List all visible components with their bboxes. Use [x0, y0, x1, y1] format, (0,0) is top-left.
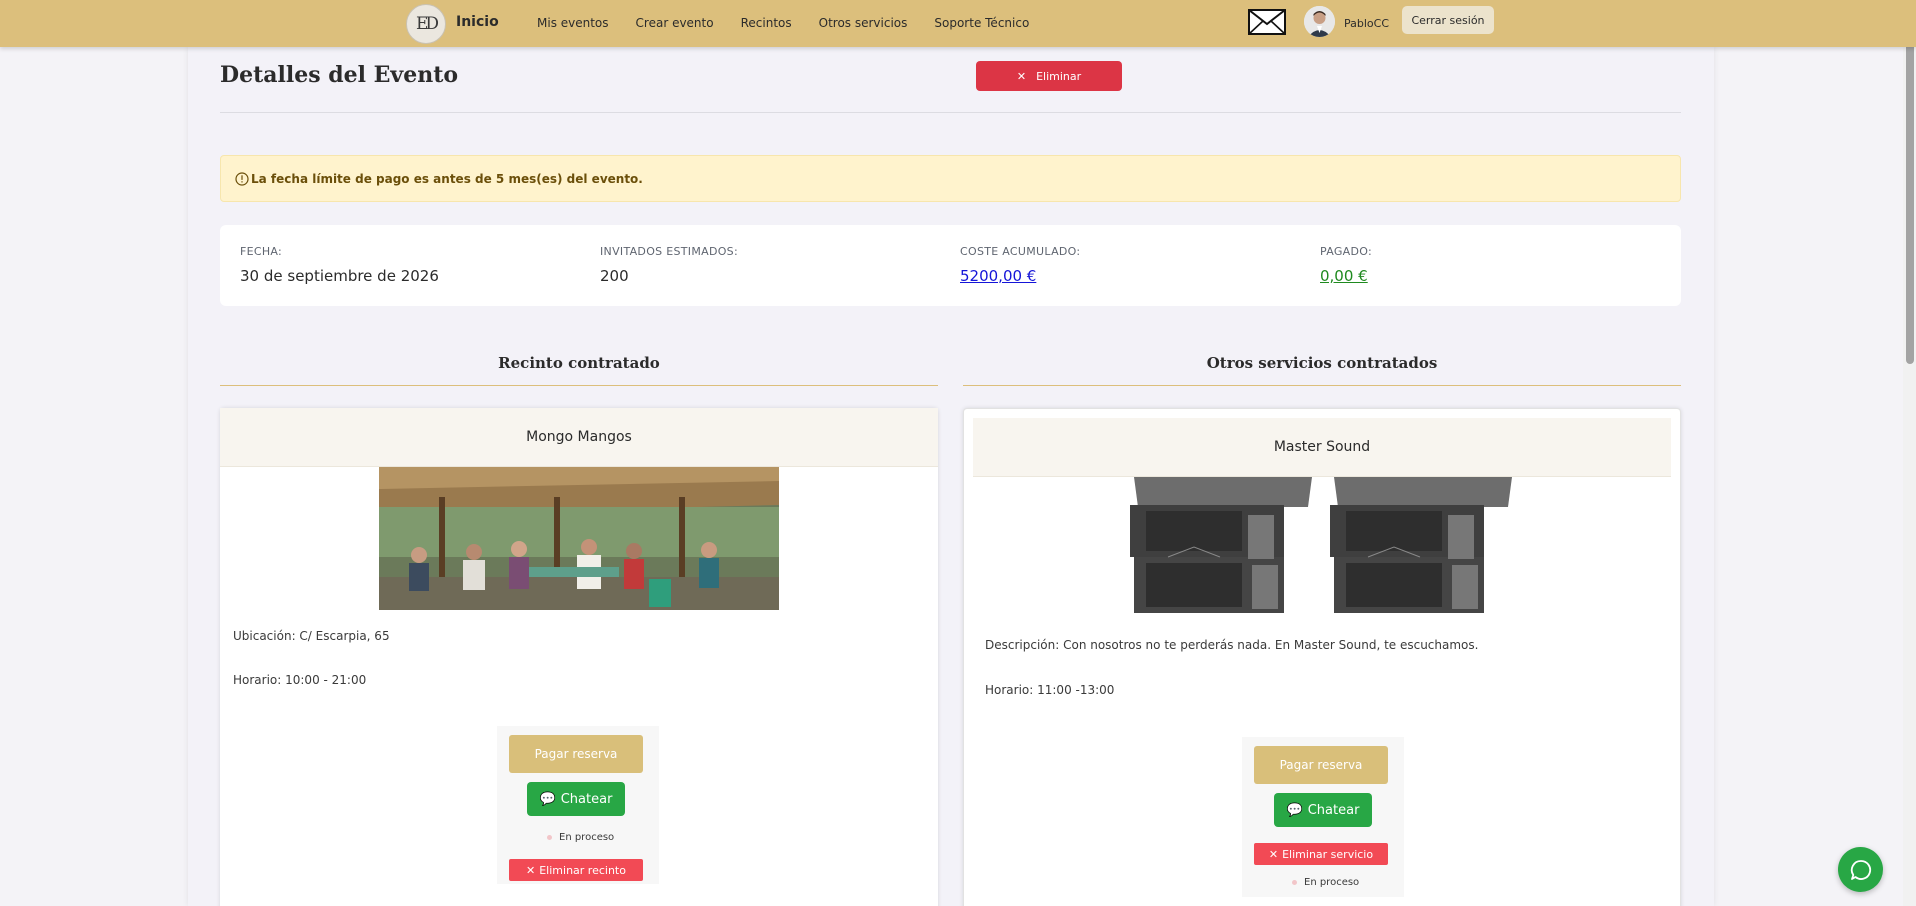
pagado-link[interactable]: 0,00 € [1320, 267, 1372, 285]
stat-invitados: INVITADOS ESTIMADOS: 200 [600, 245, 738, 285]
venue-status-label: En proceso [559, 832, 615, 843]
nav-link-recintos[interactable]: Recintos [741, 16, 792, 30]
status-dot-icon [1292, 880, 1297, 885]
venue-section-title: Recinto contratado [498, 354, 660, 372]
service-description: Descripción: Con nosotros no te perderás… [985, 638, 1479, 652]
stat-pagado: PAGADO: 0,00 € [1320, 245, 1372, 285]
venue-card-header: Mongo Mangos [220, 408, 938, 467]
nav-link-otros-servicios[interactable]: Otros servicios [819, 16, 908, 30]
stat-label: PAGADO: [1320, 245, 1373, 258]
stat-label: INVITADOS ESTIMADOS: [600, 245, 738, 258]
service-pay-button[interactable]: Pagar reserva [1254, 746, 1388, 784]
venue-status: En proceso [547, 832, 614, 843]
venue-chat-label: Chatear [560, 791, 613, 807]
stat-fecha: FECHA: 30 de septiembre de 2026 [240, 245, 439, 285]
remove-service-label: Eliminar servicio [1282, 847, 1374, 861]
venue-name: Mongo Mangos [526, 429, 632, 445]
top-navbar: ED Inicio Mis eventos Crear evento Recin… [0, 0, 1916, 47]
venue-photo [379, 467, 779, 610]
nav-links: Mis eventos Crear evento Recintos Otros … [537, 16, 1056, 30]
delete-event-label: Eliminar [1036, 69, 1082, 83]
close-icon: ✕ [526, 863, 536, 877]
venue-card: Mongo Mangos Ubicación: C/ Escarpia, 65 … [220, 408, 938, 906]
service-card: Master Sound Descripción: Con nosotros n… [963, 408, 1681, 906]
venue-actions: Pagar reserva 💬 Chatear En proceso ✕ Eli… [497, 726, 659, 884]
payment-deadline-alert: La fecha límite de pago es antes de 5 me… [220, 155, 1681, 202]
user-photo-icon [1304, 6, 1335, 37]
page-scrollbar[interactable] [1903, 0, 1916, 906]
service-card-header: Master Sound [973, 418, 1671, 477]
nav-link-mis-eventos[interactable]: Mis eventos [537, 16, 609, 30]
remove-venue-label: Eliminar recinto [539, 863, 626, 877]
venue-section-divider [220, 385, 938, 386]
venue-chat-button[interactable]: 💬 Chatear [527, 782, 625, 816]
chat-bubble-icon [1850, 859, 1871, 880]
chat-bubble-icon: 💬 [1286, 802, 1303, 818]
service-schedule: Horario: 11:00 -13:00 [985, 683, 1115, 697]
close-icon: ✕ [1016, 69, 1027, 83]
venue-pay-button[interactable]: Pagar reserva [509, 735, 643, 773]
mail-icon[interactable] [1248, 9, 1286, 35]
service-status: En proceso [1292, 877, 1359, 888]
venue-location: Ubicación: C/ Escarpia, 65 [233, 629, 390, 643]
venue-schedule: Horario: 10:00 - 21:00 [233, 673, 367, 687]
service-chat-label: Chatear [1307, 802, 1360, 818]
service-chat-button[interactable]: 💬 Chatear [1274, 793, 1372, 827]
chat-bubble-icon: 💬 [539, 791, 556, 807]
stat-label: COSTE ACUMULADO: [960, 245, 1081, 258]
remove-service-button[interactable]: ✕ Eliminar servicio [1254, 843, 1388, 865]
logout-button[interactable]: Cerrar sesión [1402, 6, 1494, 34]
service-status-label: En proceso [1304, 877, 1360, 888]
alert-text: La fecha límite de pago es antes de 5 me… [251, 171, 643, 186]
info-circle-icon [235, 171, 249, 186]
nav-link-soporte-tecnico[interactable]: Soporte Técnico [934, 16, 1029, 30]
stat-value: 30 de septiembre de 2026 [240, 267, 439, 285]
services-section-title: Otros servicios contratados [1206, 354, 1438, 372]
remove-venue-button[interactable]: ✕ Eliminar recinto [509, 859, 643, 881]
brand-logo[interactable]: ED [406, 4, 446, 44]
stat-coste: COSTE ACUMULADO: 5200,00 € [960, 245, 1080, 285]
coste-acumulado-link[interactable]: 5200,00 € [960, 267, 1080, 285]
title-divider [220, 112, 1681, 113]
status-dot-icon [547, 835, 552, 840]
event-stats-card: FECHA: 30 de septiembre de 2026 INVITADO… [220, 225, 1681, 306]
services-section-divider [963, 385, 1681, 386]
nav-home-link[interactable]: Inicio [456, 14, 499, 30]
scrollbar-thumb[interactable] [1906, 28, 1914, 364]
stat-value: 200 [600, 267, 629, 285]
delete-event-button[interactable]: ✕ Eliminar [976, 61, 1122, 91]
close-icon: ✕ [1268, 847, 1279, 861]
nav-link-crear-evento[interactable]: Crear evento [636, 16, 714, 30]
user-name[interactable]: PabloCC [1344, 17, 1389, 30]
stat-label: FECHA: [240, 245, 283, 258]
page-title: Detalles del Evento [220, 62, 459, 88]
floating-chat-button[interactable] [1838, 847, 1883, 892]
service-name: Master Sound [1273, 439, 1371, 455]
user-avatar[interactable] [1304, 6, 1335, 37]
service-actions: Pagar reserva 💬 Chatear ✕ Eliminar servi… [1242, 737, 1404, 897]
service-photo [1128, 477, 1517, 620]
